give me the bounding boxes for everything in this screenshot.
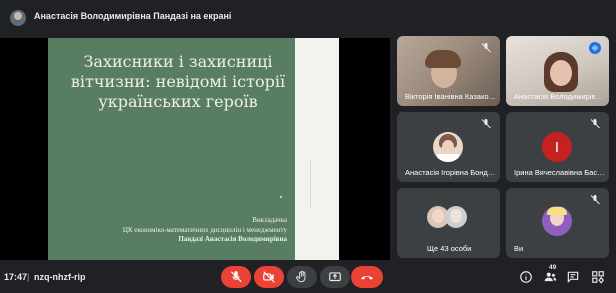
present-icon: [329, 272, 341, 282]
participant-hair: [425, 50, 461, 68]
slide-author-department: ЦК економіко-математичних дисциплін і ме…: [122, 225, 287, 234]
info-icon: [520, 271, 532, 283]
raise-hand-button[interactable]: [287, 266, 317, 288]
camera-off-icon: [263, 271, 275, 283]
presenter-avatar: [10, 10, 26, 26]
chat-button[interactable]: [565, 269, 581, 285]
chat-icon: [567, 271, 579, 284]
participant-name: Анастасія Володимирів…: [514, 92, 603, 101]
participant-tile[interactable]: Анастасія Ігорівна Бонд…: [397, 112, 500, 182]
bottom-bar: 17:47 | nzq-nhzf-rip 49: [0, 262, 616, 293]
activities-icon: [592, 271, 604, 284]
slide-dot: [280, 196, 282, 198]
clock: 17:47: [4, 272, 28, 282]
participant-tile[interactable]: І Ірина Вячеславівна Бас…: [506, 112, 609, 182]
self-name: Ви: [514, 244, 524, 253]
present-button[interactable]: [320, 266, 350, 288]
mic-off-icon: [481, 119, 491, 129]
mic-off-icon: [590, 119, 600, 129]
participant-tile[interactable]: Вікторія Іванівна Казако…: [397, 36, 500, 106]
mic-off-icon: [481, 43, 491, 53]
participant-avatar: [433, 132, 463, 162]
slide-author-block: Викладачка ЦК економіко-математичних дис…: [123, 216, 287, 245]
participant-avatar: [445, 206, 467, 228]
participant-tile[interactable]: Анастасія Володимирів…: [506, 36, 609, 106]
activities-button[interactable]: [590, 269, 606, 285]
slide-title-line: Захисники і захисниці: [83, 52, 273, 71]
slide-title-line: українських героїв: [98, 92, 258, 111]
more-participants-label: Ще 43 особи: [427, 244, 472, 253]
participant-face: [550, 60, 572, 86]
more-participants-tile[interactable]: Ще 43 особи: [397, 188, 500, 258]
self-tile[interactable]: Ви: [506, 188, 609, 258]
mic-toggle-button[interactable]: [221, 266, 251, 288]
participant-avatar: І: [542, 132, 572, 162]
end-call-icon: [361, 275, 373, 280]
slide-author-name: Пандазі Анастасія Володимирівна: [178, 235, 287, 243]
mic-off-icon: [230, 271, 242, 283]
leave-call-button[interactable]: [351, 266, 383, 288]
speaking-icon: [589, 42, 601, 54]
participant-name: Ірина Вячеславівна Бас…: [514, 168, 605, 177]
people-button[interactable]: [542, 269, 558, 285]
shared-screen[interactable]: Захисники і захисниці вітчизни: невідомі…: [0, 38, 390, 260]
raise-hand-icon: [296, 270, 306, 283]
presentation-slide: Захисники і захисниці вітчизни: невідомі…: [48, 38, 339, 260]
slide-author-role: Викладачка: [252, 216, 287, 224]
self-avatar: [542, 206, 572, 236]
camera-toggle-button[interactable]: [254, 266, 284, 288]
slide-divider: [310, 160, 311, 208]
top-bar: Анастасія Володимирівна Пандазі на екран…: [0, 0, 616, 36]
presenting-label: Анастасія Володимирівна Пандазі на екран…: [34, 11, 232, 21]
mic-off-icon: [590, 195, 600, 205]
separator: |: [27, 272, 30, 282]
participant-name: Анастасія Ігорівна Бонд…: [405, 168, 496, 177]
participant-name: Вікторія Іванівна Казако…: [405, 92, 496, 101]
meeting-details-button[interactable]: [518, 269, 534, 285]
slide-title: Захисники і захисниці вітчизни: невідомі…: [62, 52, 294, 112]
slide-title-line: вітчизни: невідомі історії: [70, 72, 286, 91]
slide-side-strip: [295, 38, 339, 260]
people-icon: [544, 272, 556, 282]
meeting-code: nzq-nhzf-rip: [34, 272, 86, 282]
